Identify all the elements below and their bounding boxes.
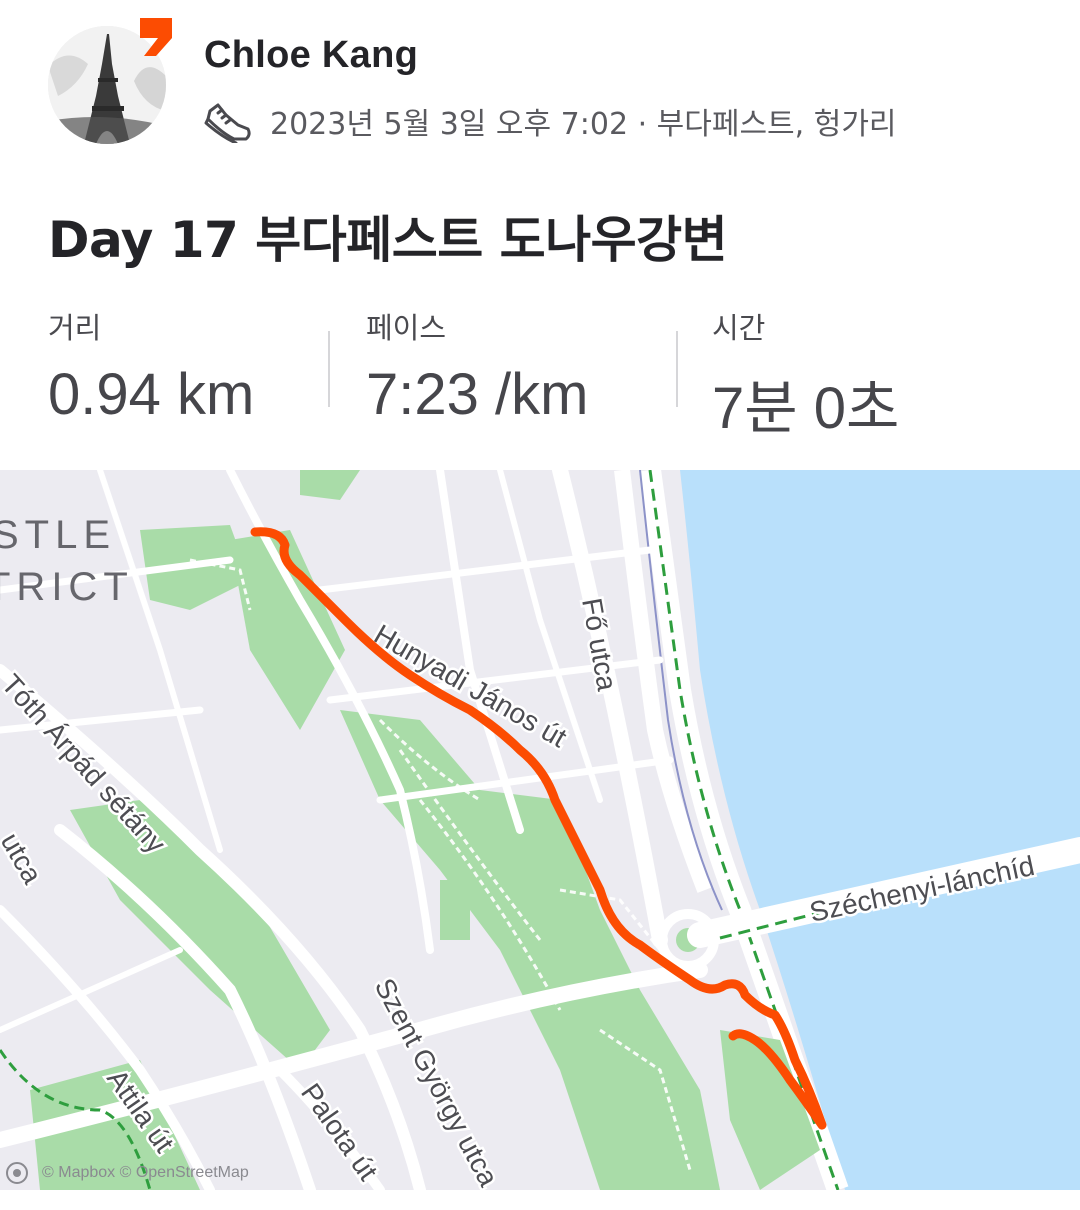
route-map[interactable]: STLE TRICT Fő utca Tóth Árpád sétány utc…: [0, 470, 1080, 1190]
activity-title[interactable]: Day 17 부다페스트 도나우강변: [48, 200, 728, 272]
stat-divider: [676, 331, 678, 407]
stat-pace-label: 페이스: [366, 311, 447, 345]
stat-time: 시간 7분 0초: [712, 305, 899, 445]
mapbox-logo-icon: [6, 1162, 28, 1184]
stat-time-label: 시간: [712, 311, 766, 345]
district-label: TRICT: [0, 565, 134, 609]
stat-time-value: 7분 0초: [712, 376, 900, 441]
stat-pace: 페이스 7:23 /km: [366, 305, 588, 428]
activity-header: Chloe Kang 2023년 5월 3일 오후 7:02 · 부다페스트, …: [0, 0, 1080, 170]
map-attribution[interactable]: © Mapbox © OpenStreetMap: [6, 1162, 249, 1184]
stat-distance: 거리 0.94 km: [48, 305, 254, 428]
strava-badge-icon: [140, 18, 172, 56]
stat-divider: [328, 331, 330, 407]
activity-date-location: 2023년 5월 3일 오후 7:02 · 부다페스트, 헝가리: [270, 107, 897, 142]
stats-row: 거리 0.94 km 페이스 7:23 /km 시간 7분 0초: [0, 305, 1080, 441]
running-shoe-icon: [204, 103, 251, 143]
activity-meta: 2023년 5월 3일 오후 7:02 · 부다페스트, 헝가리: [204, 98, 897, 144]
stat-distance-label: 거리: [48, 311, 102, 345]
stat-pace-value: 7:23 /km: [366, 362, 589, 427]
stat-distance-value: 0.94 km: [48, 362, 255, 427]
district-label: STLE: [0, 513, 116, 557]
user-name[interactable]: Chloe Kang: [204, 34, 418, 77]
